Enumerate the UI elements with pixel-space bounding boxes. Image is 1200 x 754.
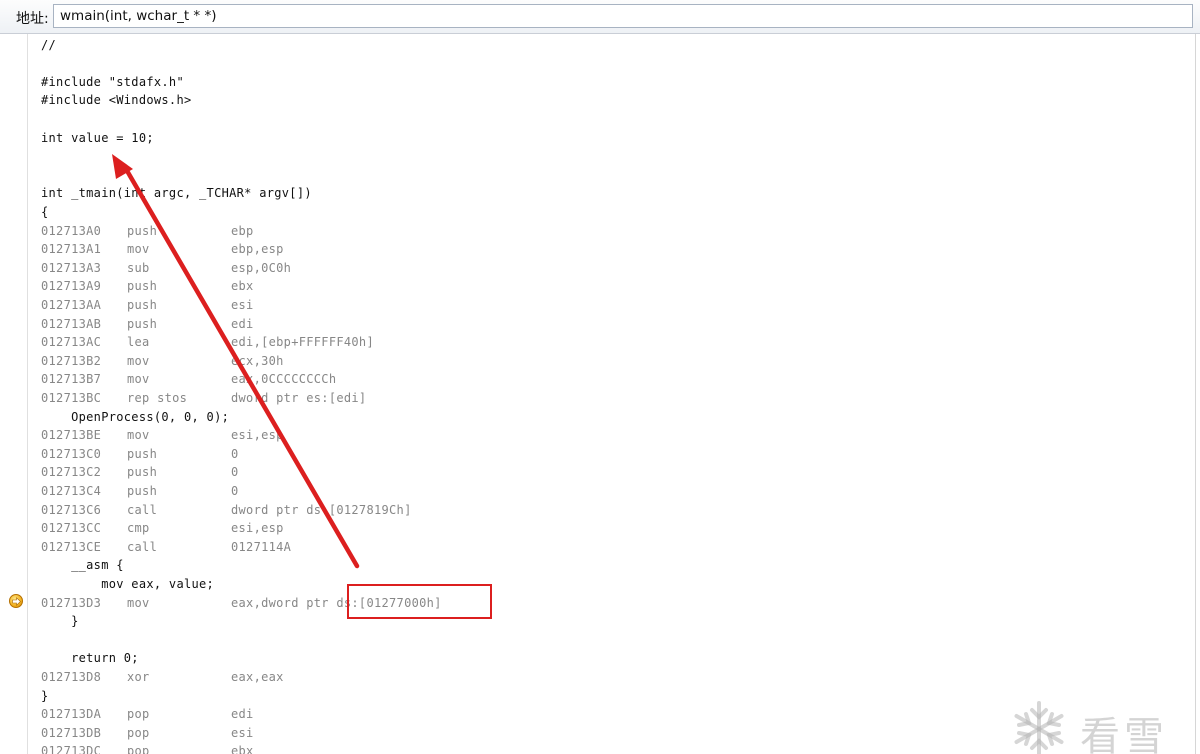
watermark: 看雪 — [1008, 698, 1188, 754]
watermark-text: 看雪 — [1080, 714, 1168, 754]
snowflake-icon — [1014, 701, 1064, 754]
annotation-arrow-shaft — [123, 166, 360, 569]
address-toolbar: 地址: wmain(int, wchar_t * *) — [0, 0, 1200, 34]
address-value[interactable]: wmain(int, wchar_t * *) — [60, 8, 216, 24]
address-label: 地址: — [16, 11, 49, 27]
annotation-arrow — [112, 154, 360, 569]
disassembly-view[interactable]: //#include "stdafx.h" #include <Windows.h… — [0, 34, 1200, 754]
address-combobox[interactable]: wmain(int, wchar_t * *) — [53, 4, 1193, 28]
